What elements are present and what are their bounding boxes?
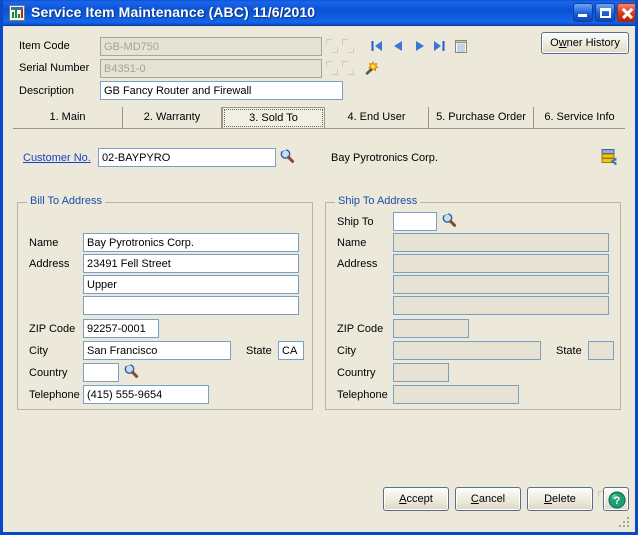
ship-to-code-field[interactable] (393, 212, 437, 231)
customer-no-label[interactable]: Customer No. (23, 152, 91, 164)
bill-to-telephone-label: Telephone (29, 389, 80, 401)
ship-to-telephone-field (393, 385, 519, 404)
bill-to-state-field[interactable]: CA (278, 341, 304, 360)
ship-to-name-field (393, 233, 609, 252)
accept-button[interactable]: Accept (383, 487, 449, 511)
ship-to-zip-label: ZIP Code (337, 323, 384, 335)
bill-to-zip-field[interactable]: 92257-0001 (83, 319, 159, 338)
minimize-button[interactable] (573, 3, 593, 22)
wand-icon[interactable] (363, 59, 381, 77)
ship-to-address-label: Address (337, 258, 378, 270)
client-area: Item Code GB-MD750 Serial Number B4351-0… (3, 26, 635, 532)
svg-text:?: ? (614, 495, 621, 507)
delete-button[interactable]: Delete (527, 487, 593, 511)
delete-label: Delete (544, 493, 576, 505)
resize-grip[interactable] (619, 517, 631, 529)
ship-to-country-field (393, 363, 449, 382)
app-icon (9, 5, 25, 21)
item-code-lookup-button (325, 38, 339, 54)
bill-to-city-field[interactable]: San Francisco (83, 341, 231, 360)
ship-to-address-line3 (393, 296, 609, 315)
owner-history-label: Owner History (550, 37, 620, 49)
ship-to-state-field (588, 341, 614, 360)
tab-end-user[interactable]: 4. End User (325, 107, 429, 129)
customer-no-input[interactable]: 02-BAYPYRO (98, 148, 276, 167)
customer-name-text: Bay Pyrotronics Corp. (331, 152, 438, 164)
owner-history-button[interactable]: Owner History (541, 32, 629, 54)
bill-to-address-line2[interactable]: Upper (83, 275, 299, 294)
tab-strip: 1. Main 2. Warranty 3. Sold To 4. End Us… (13, 107, 625, 129)
help-icon: ? (608, 491, 626, 509)
bill-to-zip-label: ZIP Code (29, 323, 76, 335)
ship-to-telephone-label: Telephone (337, 389, 388, 401)
ship-to-city-label: City (337, 345, 356, 357)
item-code-expand-button (341, 38, 355, 54)
bill-to-address-label: Address (29, 258, 70, 270)
ship-to-address-line1 (393, 254, 609, 273)
maximize-icon (600, 8, 611, 18)
bill-to-telephone-field[interactable]: (415) 555-9654 (83, 385, 209, 404)
ship-to-label: Ship To (337, 216, 374, 228)
ship-to-title: Ship To Address (335, 195, 421, 207)
ship-to-country-label: Country (337, 367, 376, 379)
bill-to-country-lookup-icon[interactable] (123, 363, 139, 379)
customer-lookup-icon[interactable] (279, 148, 295, 164)
item-code-label: Item Code (19, 40, 70, 52)
nav-next-icon[interactable] (412, 38, 428, 54)
tab-service-info[interactable]: 6. Service Info (534, 107, 625, 129)
minimize-icon (578, 14, 587, 17)
bill-to-state-label: State (246, 345, 272, 357)
maximize-button[interactable] (595, 3, 615, 22)
ship-to-lookup-icon[interactable] (441, 212, 457, 228)
help-button[interactable]: ? (603, 487, 629, 511)
bill-to-title: Bill To Address (27, 195, 105, 207)
tab-purchase-order[interactable]: 5. Purchase Order (429, 107, 534, 129)
bill-to-address-line1[interactable]: 23491 Fell Street (83, 254, 299, 273)
sold-to-panel: Customer No. 02-BAYPYRO Bay Pyrotronics … (13, 129, 625, 467)
nav-prev-icon[interactable] (390, 38, 406, 54)
ship-to-city-field (393, 341, 541, 360)
cancel-label: Cancel (470, 493, 506, 505)
title-bar: Service Item Maintenance (ABC) 11/6/2010 (3, 0, 635, 26)
tab-warranty[interactable]: 2. Warranty (123, 107, 222, 129)
customer-drilldown-icon[interactable] (599, 147, 619, 167)
serial-number-label: Serial Number (19, 62, 90, 74)
tab-sold-to[interactable]: 3. Sold To (222, 107, 325, 129)
memo-icon[interactable] (453, 38, 469, 54)
nav-last-icon[interactable] (431, 38, 447, 54)
bill-to-city-label: City (29, 345, 48, 357)
bill-to-country-field[interactable] (83, 363, 119, 382)
accept-label: Accept (399, 493, 433, 505)
tab-main[interactable]: 1. Main (13, 107, 123, 129)
bill-to-country-label: Country (29, 367, 68, 379)
serial-number-expand-button (341, 60, 355, 76)
serial-number-lookup-button (325, 60, 339, 76)
bill-to-name-label: Name (29, 237, 59, 249)
cancel-button[interactable]: Cancel (455, 487, 521, 511)
description-field[interactable]: GB Fancy Router and Firewall (100, 81, 343, 100)
ship-to-address-line2 (393, 275, 609, 294)
ship-to-name-label: Name (337, 237, 367, 249)
close-button[interactable] (617, 3, 635, 22)
description-label: Description (19, 85, 75, 97)
nav-first-icon[interactable] (369, 38, 385, 54)
application-window: Service Item Maintenance (ABC) 11/6/2010… (0, 0, 638, 535)
bill-to-name-field[interactable]: Bay Pyrotronics Corp. (83, 233, 299, 252)
serial-number-field: B4351-0 (100, 59, 322, 78)
ship-to-state-label: State (556, 345, 582, 357)
bill-to-address-line3[interactable] (83, 296, 299, 315)
window-title: Service Item Maintenance (ABC) 11/6/2010 (31, 4, 316, 20)
item-code-field: GB-MD750 (100, 37, 322, 56)
ship-to-zip-field (393, 319, 469, 338)
